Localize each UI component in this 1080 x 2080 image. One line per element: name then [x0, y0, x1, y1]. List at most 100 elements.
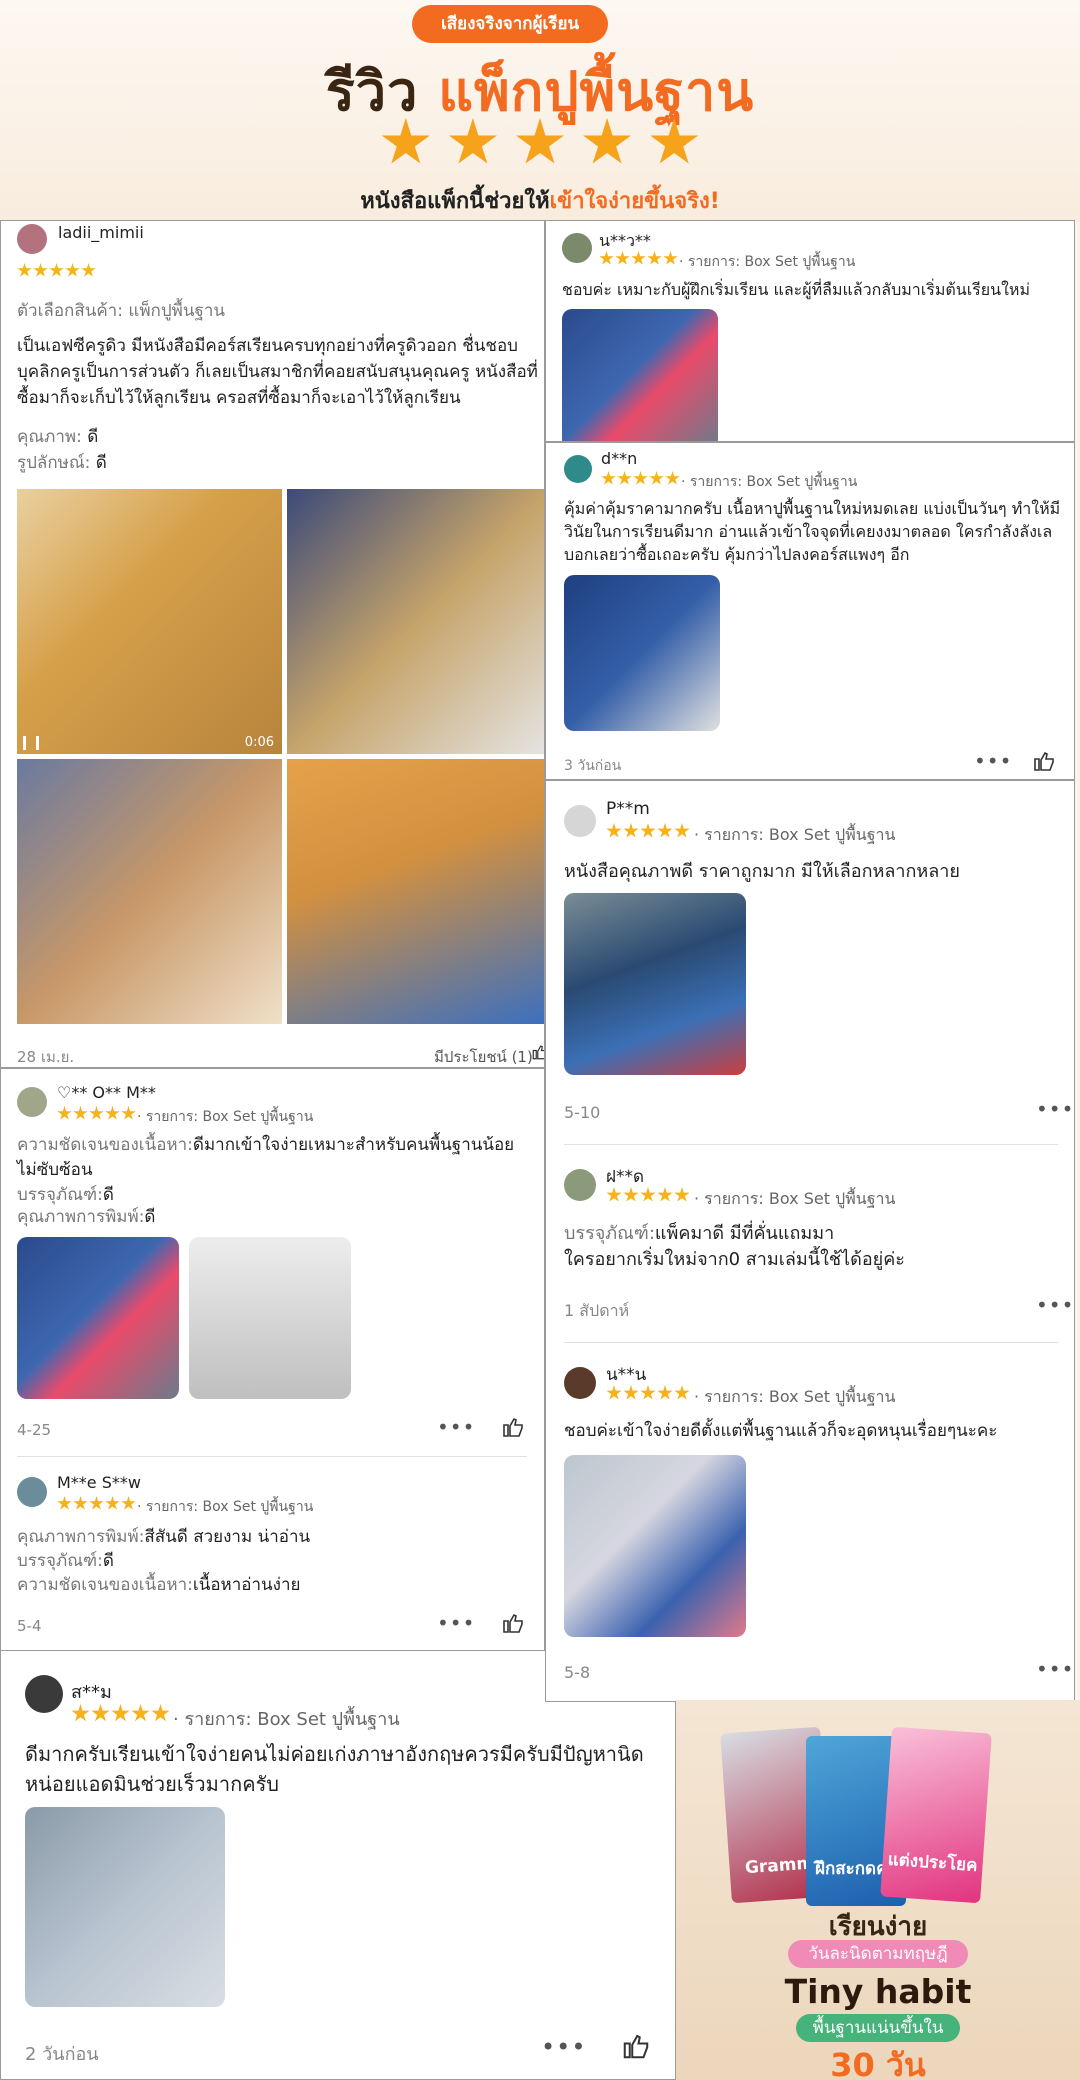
helpful-button[interactable]: มีประโยชน์ (1) — [434, 1045, 533, 1067]
review-photo[interactable] — [17, 759, 282, 1024]
star-icon — [151, 1704, 170, 1722]
thumbs-up-icon[interactable] — [501, 1611, 525, 1635]
user-avatar[interactable] — [17, 1477, 47, 1507]
video-icon — [23, 736, 39, 750]
attr-value: ดี — [144, 1207, 156, 1227]
review-photo[interactable] — [287, 759, 544, 1024]
star-icon — [73, 1106, 88, 1120]
star-icon — [131, 1704, 150, 1722]
divider — [564, 1144, 1058, 1145]
review-attr-clarity: ความชัดเจนของเนื้อหา:เนื้อหาอ่านง่าย — [17, 1573, 300, 1598]
product-variant: ตัวเลือกสินค้า: แพ็กปูพื้นฐาน — [17, 301, 225, 321]
review-username[interactable]: ส**ม — [71, 1677, 112, 1706]
user-avatar[interactable] — [17, 224, 47, 254]
quality-label: คุณภาพ: — [17, 427, 82, 447]
attr-value: แพ็คมาดี มีที่คั่นแถมมา — [654, 1223, 835, 1244]
attr-value: เนื้อหาอ่านง่าย — [192, 1575, 301, 1595]
more-options-button[interactable]: ••• — [437, 1415, 475, 1439]
star-icon — [606, 1187, 622, 1202]
book-cover-sentence: แต่งประโยค — [880, 1726, 992, 1904]
user-avatar[interactable] — [562, 233, 592, 263]
star-icon — [111, 1704, 130, 1722]
header-badge: เสียงจริงจากผู้เรียน — [412, 5, 608, 43]
thumbs-up-icon[interactable] — [621, 2031, 651, 2061]
thumbs-up-icon[interactable] — [531, 1043, 545, 1061]
review-photo[interactable] — [564, 893, 746, 1075]
user-avatar[interactable] — [25, 1675, 63, 1713]
review-username[interactable]: P**m — [606, 799, 650, 819]
review-date: 5-8 — [564, 1663, 591, 1682]
review-username[interactable]: d**n — [601, 449, 637, 468]
star-icon — [617, 471, 632, 485]
star-icon — [89, 1496, 104, 1510]
star-rating — [601, 471, 681, 487]
review-username[interactable]: ladii_mimii — [58, 223, 144, 242]
star-icon — [647, 251, 662, 265]
star-icon — [674, 1187, 690, 1202]
promo-tag: วันละนิดตามทฤษฎี — [788, 1940, 968, 1968]
star-icon — [89, 1106, 104, 1120]
thumbs-up-icon[interactable] — [501, 1415, 525, 1439]
review-username[interactable]: ♡** O** M** — [57, 1083, 156, 1102]
review-username[interactable]: น**น — [606, 1361, 646, 1388]
attr-label: คุณภาพการพิมพ์: — [17, 1207, 145, 1227]
more-options-button[interactable]: ••• — [1036, 1293, 1074, 1317]
star-rating — [606, 1385, 691, 1401]
star-icon — [49, 263, 64, 277]
star-icon — [640, 823, 656, 838]
more-options-button[interactable]: ••• — [437, 1611, 475, 1635]
more-options-button[interactable]: ••• — [541, 2033, 586, 2061]
user-avatar[interactable] — [564, 1367, 596, 1399]
more-options-button[interactable]: ••• — [974, 749, 1012, 773]
user-avatar[interactable] — [564, 455, 592, 483]
star-rating — [17, 263, 97, 279]
review-photo[interactable] — [564, 575, 720, 731]
star-icon — [33, 263, 48, 277]
review-date: 5-10 — [564, 1103, 601, 1122]
user-avatar[interactable] — [564, 1169, 596, 1201]
quality-line: คุณภาพ: ดี — [17, 425, 98, 450]
star-icon — [663, 251, 678, 265]
review-username[interactable]: M**e S**w — [57, 1473, 141, 1492]
review-video-thumbnail[interactable]: 0:06 — [17, 489, 282, 754]
review-date: 5-4 — [17, 1617, 42, 1635]
star-icon — [516, 118, 564, 164]
star-icon — [631, 251, 646, 265]
star-icon — [623, 1385, 639, 1400]
attr-label: คุณภาพการพิมพ์: — [17, 1527, 145, 1547]
review-photo[interactable] — [17, 1237, 179, 1399]
review-photo[interactable] — [287, 489, 544, 754]
review-photo[interactable] — [189, 1237, 351, 1399]
title-part-1: รีวิว — [325, 60, 419, 123]
review-card-group-left: ♡** O** M** · รายการ: Box Set ปูพื้นฐาน … — [0, 1068, 545, 1652]
star-icon — [105, 1496, 120, 1510]
review-photo[interactable] — [564, 1455, 746, 1637]
star-icon — [623, 1187, 639, 1202]
review-photo[interactable] — [562, 309, 718, 441]
star-icon — [623, 823, 639, 838]
review-body: ใครอยากเริ่มใหม่จาก0 สามเล่มนี้ใช้ได้อยู… — [564, 1249, 905, 1270]
star-icon — [615, 251, 630, 265]
review-date: 1 สัปดาห์ — [564, 1301, 630, 1320]
review-photo[interactable] — [25, 1807, 225, 2007]
look-line: รูปลักษณ์: ดี — [17, 451, 107, 476]
star-icon — [105, 1106, 120, 1120]
review-variant: · รายการ: Box Set ปูพื้นฐาน — [681, 474, 858, 490]
more-options-button[interactable]: ••• — [1036, 1657, 1074, 1681]
star-icon — [633, 471, 648, 485]
more-options-button[interactable]: ••• — [1036, 1097, 1074, 1121]
star-icon — [657, 823, 673, 838]
attr-label: บรรจุภัณฑ์: — [17, 1185, 103, 1205]
star-icon — [606, 1385, 622, 1400]
title-part-2: แพ็กปูพื้นฐาน — [438, 60, 755, 123]
review-username[interactable]: ฝ**ด — [606, 1163, 644, 1190]
review-attr-packaging: บรรจุภัณฑ์:แพ็คมาดี มีที่คั่นแถมมา — [564, 1221, 834, 1246]
review-variant: · รายการ: Box Set ปูพื้นฐาน — [173, 1709, 400, 1730]
user-avatar[interactable] — [17, 1087, 47, 1117]
review-attr-packaging: บรรจุภัณฑ์:ดี — [17, 1549, 114, 1574]
thumbs-up-icon[interactable] — [1032, 749, 1056, 773]
star-icon — [640, 1385, 656, 1400]
star-icon — [121, 1106, 136, 1120]
star-rating — [71, 1704, 171, 1722]
user-avatar[interactable] — [564, 805, 596, 837]
